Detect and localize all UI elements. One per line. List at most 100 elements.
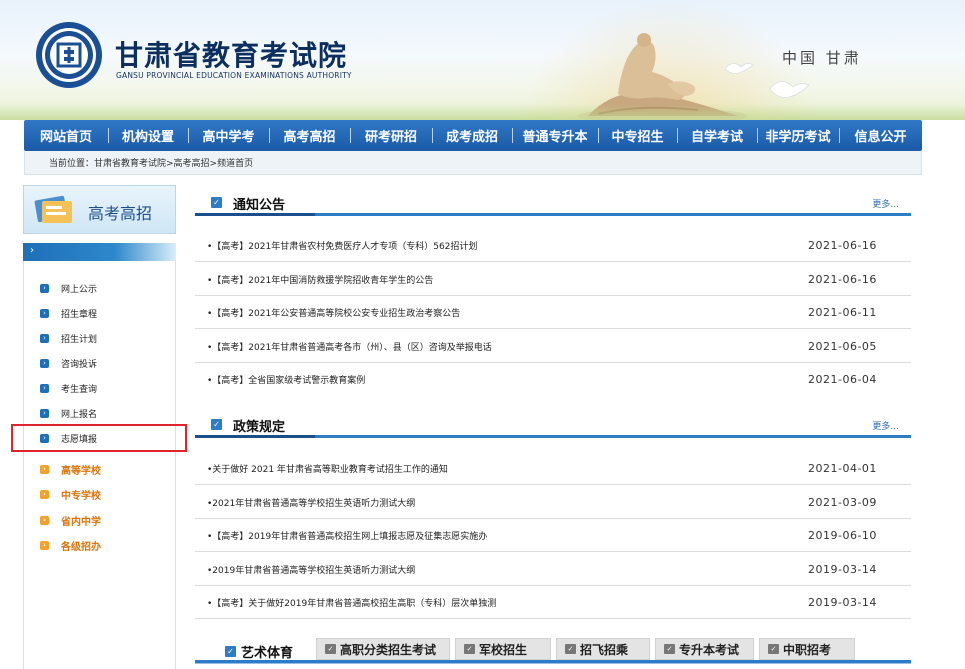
tab-upgrade-exam[interactable]: ✓ 专升本考试 xyxy=(655,638,754,660)
sidebar-item-universities[interactable]: › 高等学校 xyxy=(40,462,101,477)
nav-item-non-degree[interactable]: 非学历考试 xyxy=(757,120,839,151)
tab-label: 中职招考 xyxy=(783,642,832,657)
list-item-title[interactable]: •2021年甘肃省普通高等学校招生英语听力测试大纲 xyxy=(207,496,415,509)
sidebar-item-label: 中专学校 xyxy=(61,490,101,502)
sidebar-panel: › 网上公示 › 招生章程 › 招生计划 › 咨询投诉 › 考生查询 › 网上报… xyxy=(23,261,176,669)
category-tabs: ✓ 艺术体育 ✓ 高职分类招生考试 ✓ 军校招生 ✓ 招飞招乘 ✓ 专升本考试 … xyxy=(195,636,911,669)
nav-item-self-study[interactable]: 自学考试 xyxy=(677,120,757,151)
list-item[interactable]: •关于做好 2021 年甘肃省高等职业教育考试招生工作的通知 2021-04-0… xyxy=(195,452,911,485)
list-item-date: 2019-06-10 xyxy=(808,528,877,542)
list-item-title[interactable]: •【高考】2021年甘肃省农村免费医疗人才专项（专科）562招计划 xyxy=(207,239,477,252)
sidebar-item-student-query[interactable]: › 考生查询 xyxy=(40,381,97,395)
list-item-title[interactable]: •【高考】关于做好2019年甘肃省普通高校招生高职（专科）层次单独测 xyxy=(207,596,496,609)
checkbox-icon: ✓ xyxy=(464,644,475,654)
sidebar-item-admission-offices[interactable]: › 各级招办 xyxy=(40,538,101,553)
region-label: 中国 甘肃 xyxy=(782,49,862,67)
list-item-date: 2019-03-14 xyxy=(808,595,877,609)
checkbox-icon: ✓ xyxy=(664,644,675,654)
list-item-date: 2021-06-16 xyxy=(808,272,877,286)
policy-section-header: ✓ 政策规定 更多... xyxy=(195,414,911,438)
nav-item-secondary-vocational[interactable]: 中专招生 xyxy=(598,120,677,151)
tab-military-academy[interactable]: ✓ 军校招生 xyxy=(455,638,551,660)
tab-vocational-exam[interactable]: ✓ 中职招考 xyxy=(759,638,855,660)
list-item-title[interactable]: •【高考】2021年公安普通高等院校公安专业招生政治考察公告 xyxy=(207,306,460,319)
list-item[interactable]: •2021年甘肃省普通高等学校招生英语听力测试大纲 2021-03-09 xyxy=(195,486,911,519)
tab-label: 招飞招乘 xyxy=(580,642,629,657)
section-title: 通知公告 xyxy=(233,198,286,213)
list-item-date: 2019-03-14 xyxy=(808,562,877,576)
blue-bullet-icon: › xyxy=(40,383,49,393)
gaokao-card-icon xyxy=(34,195,72,223)
list-item-title[interactable]: •关于做好 2021 年甘肃省高等职业教育考试招生工作的通知 xyxy=(207,462,448,475)
list-item-title[interactable]: •【高考】2019年甘肃省普通高校招生网上填报志愿及征集志愿实施办 xyxy=(207,529,487,542)
sidebar-item-secondary-schools[interactable]: › 中专学校 xyxy=(40,487,101,502)
list-item[interactable]: •2019年甘肃省普通高等学校招生英语听力测试大纲 2019-03-14 xyxy=(195,553,911,586)
nav-item-info-disclosure[interactable]: 信息公开 xyxy=(839,120,922,151)
tab-pilot-recruitment[interactable]: ✓ 招飞招乘 xyxy=(556,638,650,660)
list-item[interactable]: •【高考】2021年中国消防救援学院招收青年学生的公告 2021-06-16 xyxy=(195,263,911,296)
nav-item-gaokao[interactable]: 高考高招 xyxy=(269,120,350,151)
tab-label: 军校招生 xyxy=(479,642,528,657)
checkbox-icon: ✓ xyxy=(325,644,336,654)
list-item[interactable]: •【高考】2021年甘肃省农村免费医疗人才专项（专科）562招计划 2021-0… xyxy=(195,229,911,262)
list-item-title[interactable]: •【高考】2021年中国消防救援学院招收青年学生的公告 xyxy=(207,273,433,286)
nav-item-graduate-exam[interactable]: 研考研招 xyxy=(350,120,432,151)
section-title: 政策规定 xyxy=(233,420,286,435)
site-seal-icon[interactable] xyxy=(34,20,104,90)
nav-item-high-school-exam[interactable]: 高中学考 xyxy=(188,120,269,151)
chevron-right-icon: › xyxy=(30,245,34,256)
list-item[interactable]: •【高考】关于做好2019年甘肃省普通高校招生高职（专科）层次单独测 2019-… xyxy=(195,586,911,619)
site-header: 甘肃省教育考试院 GANSU PROVINCIAL EDUCATION EXAM… xyxy=(0,0,965,120)
sidebar-bar: › xyxy=(23,243,176,261)
sidebar-item-admission-rules[interactable]: › 招生章程 xyxy=(40,306,97,320)
sidebar-item-label: 网上报名 xyxy=(61,409,98,420)
sidebar-item-label: 各级招办 xyxy=(61,541,101,553)
list-item[interactable]: •【高考】2019年甘肃省普通高校招生网上填报志愿及征集志愿实施办 2019-0… xyxy=(195,519,911,552)
list-item-date: 2021-06-16 xyxy=(808,238,877,252)
blue-bullet-icon: › xyxy=(40,358,49,368)
list-item-date: 2021-06-05 xyxy=(808,339,877,353)
sidebar-item-label: 考生查询 xyxy=(61,384,98,395)
list-item-title[interactable]: •2019年甘肃省普通高等学校招生英语听力测试大纲 xyxy=(207,563,415,576)
sidebar-item-label: 招生计划 xyxy=(61,334,98,345)
sidebar-item-admission-plan[interactable]: › 招生计划 xyxy=(40,331,97,345)
orange-bullet-icon: › xyxy=(40,464,49,474)
nav-item-upgrade-exam[interactable]: 普通专升本 xyxy=(512,120,598,151)
tab-label: 高职分类招生考试 xyxy=(340,642,437,657)
tab-art-sports[interactable]: ✓ 艺术体育 xyxy=(225,642,293,661)
tab-vocational-classified[interactable]: ✓ 高职分类招生考试 xyxy=(316,638,450,660)
orange-bullet-icon: › xyxy=(40,515,49,525)
sidebar-item-label: 省内中学 xyxy=(61,516,101,528)
orange-bullet-icon: › xyxy=(40,540,49,550)
notice-section-header: ✓ 通知公告 更多... xyxy=(195,192,911,216)
list-item[interactable]: •【高考】2021年公安普通高等院校公安专业招生政治考察公告 2021-06-1… xyxy=(195,296,911,329)
tab-label: 艺术体育 xyxy=(241,646,294,661)
orange-bullet-icon: › xyxy=(40,489,49,499)
checkbox-icon: ✓ xyxy=(225,646,236,657)
list-item-title[interactable]: •【高考】全省国家级考试警示教育案例 xyxy=(207,373,365,386)
sidebar-title: 高考高招 xyxy=(88,204,153,223)
breadcrumb: 当前位置：甘肃省教育考试院>高考高招>频道首页 xyxy=(24,151,922,175)
list-item[interactable]: •【高考】全省国家级考试警示教育案例 2021-06-04 xyxy=(195,363,911,396)
checkbox-icon: ✓ xyxy=(768,644,779,654)
section-underline xyxy=(195,435,315,438)
sidebar-item-online-publicity[interactable]: › 网上公示 xyxy=(40,281,97,295)
sidebar-item-label: 咨询投诉 xyxy=(61,359,98,370)
sidebar-item-provincial-middle-schools[interactable]: › 省内中学 xyxy=(40,513,101,528)
list-item[interactable]: •【高考】2021年甘肃省普通高考各市（州）、县（区）咨询及举报电话 2021-… xyxy=(195,330,911,363)
notice-more-link[interactable]: 更多... xyxy=(872,197,899,210)
policy-more-link[interactable]: 更多... xyxy=(872,419,899,432)
sidebar-item-label: 招生章程 xyxy=(61,309,98,320)
sidebar-item-consult-complaint[interactable]: › 咨询投诉 xyxy=(40,356,97,370)
checkbox-icon: ✓ xyxy=(211,419,222,430)
nav-item-organization[interactable]: 机构设置 xyxy=(108,120,188,151)
tab-label: 专升本考试 xyxy=(679,642,740,657)
nav-item-home[interactable]: 网站首页 xyxy=(24,120,108,151)
sidebar-header: 高考高招 xyxy=(23,185,176,234)
sidebar-item-online-registration[interactable]: › 网上报名 xyxy=(40,406,97,420)
list-item-title[interactable]: •【高考】2021年甘肃省普通高考各市（州）、县（区）咨询及举报电话 xyxy=(207,340,492,353)
highlight-box xyxy=(11,424,187,452)
list-item-date: 2021-03-09 xyxy=(808,495,877,509)
site-title[interactable]: 甘肃省教育考试院 xyxy=(115,34,347,74)
nav-item-adult-exam[interactable]: 成考成招 xyxy=(432,120,512,151)
